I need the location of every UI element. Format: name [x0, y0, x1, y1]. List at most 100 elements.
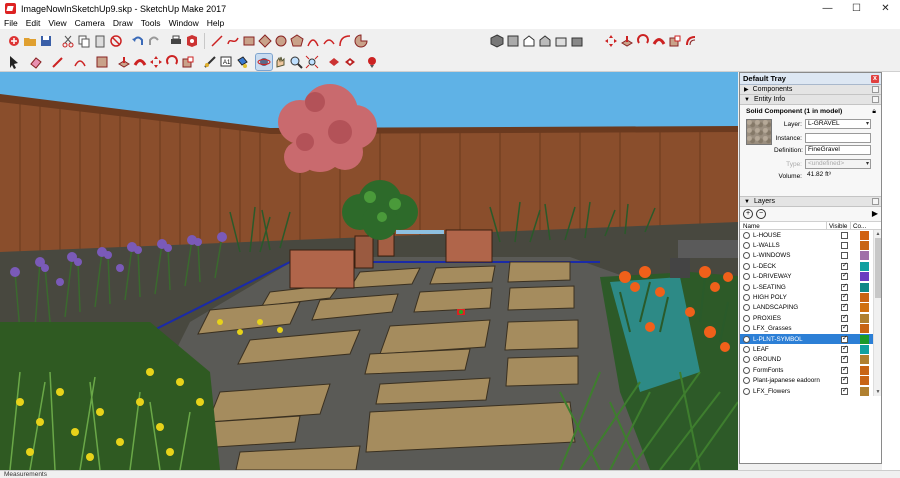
layer-row[interactable]: L-SEATING — [740, 282, 881, 292]
lock-icon[interactable]: 🔒︎ — [872, 108, 876, 116]
active-layer-radio[interactable] — [743, 273, 750, 281]
active-layer-radio[interactable] — [743, 325, 750, 333]
layer-color-swatch[interactable] — [860, 386, 869, 396]
zoom-icon[interactable] — [288, 54, 304, 70]
text-icon[interactable]: A1 — [218, 54, 234, 70]
layer-name[interactable]: LFX_Flowers — [753, 388, 827, 395]
layer-row[interactable]: PROXIES — [740, 313, 881, 323]
add-layer-icon[interactable]: + — [743, 209, 753, 219]
layer-visible-checkbox[interactable] — [841, 282, 848, 291]
layer-visible-checkbox[interactable] — [841, 365, 848, 374]
layer-visible-checkbox[interactable] — [841, 271, 848, 281]
close-button[interactable]: ✕ — [871, 0, 900, 17]
active-layer-radio[interactable] — [743, 387, 750, 395]
layer-color-swatch[interactable] — [860, 293, 869, 303]
layer-name[interactable]: PROXIES — [753, 315, 827, 322]
layer-name[interactable]: Plant-japanese eadoorn — [753, 377, 827, 384]
copy-icon[interactable] — [76, 33, 92, 49]
components-section-header[interactable]: ▶ Components — [740, 85, 881, 95]
rotate-tool-icon[interactable] — [164, 54, 180, 70]
layer-row[interactable]: LFX_Flowers — [740, 386, 881, 396]
active-layer-radio[interactable] — [743, 366, 750, 374]
section-close-icon[interactable] — [872, 96, 879, 103]
layer-name[interactable]: GROUND — [753, 356, 827, 363]
menu-draw[interactable]: Draw — [113, 18, 133, 28]
section-close-icon[interactable] — [872, 86, 879, 93]
tape-measure-icon[interactable] — [202, 54, 218, 70]
cut-icon[interactable] — [60, 33, 76, 49]
pan-icon[interactable] — [272, 54, 288, 70]
model-info-icon[interactable] — [184, 33, 200, 49]
scale-tool-icon[interactable] — [180, 54, 196, 70]
layer-name[interactable]: L-WALLS — [753, 242, 827, 249]
layer-name[interactable]: LANDSCAPING — [753, 304, 827, 311]
active-layer-radio[interactable] — [743, 262, 750, 270]
layer-visible-checkbox[interactable] — [841, 323, 848, 333]
layer-select[interactable]: L-GRAVEL ▾ — [805, 119, 871, 129]
layer-color-swatch[interactable] — [860, 324, 869, 334]
scrollbar-thumb[interactable] — [875, 238, 881, 298]
col-visible[interactable]: Visible — [827, 222, 851, 230]
col-color[interactable]: Co... — [851, 222, 869, 230]
entity-info-section-header[interactable]: ▼ Entity Info — [740, 95, 881, 105]
remove-layer-icon[interactable]: − — [756, 209, 766, 219]
active-layer-radio[interactable] — [743, 345, 750, 353]
active-layer-radio[interactable] — [743, 231, 750, 239]
open-icon[interactable] — [22, 33, 38, 49]
line-icon[interactable] — [209, 33, 225, 49]
offset-icon[interactable] — [683, 33, 699, 49]
menu-file[interactable]: File — [4, 18, 18, 28]
active-layer-radio[interactable] — [743, 294, 750, 302]
rotated-rectangle-icon[interactable] — [257, 33, 273, 49]
active-layer-radio[interactable] — [743, 304, 750, 312]
layer-name[interactable]: LFX_Grasses — [753, 325, 827, 332]
save-icon[interactable] — [38, 33, 54, 49]
menu-camera[interactable]: Camera — [75, 18, 105, 28]
layer-name[interactable]: LEAF — [753, 346, 827, 353]
layers-scrollbar[interactable]: ▲ ▼ — [873, 230, 881, 397]
rectangle-icon[interactable] — [241, 33, 257, 49]
left-view-icon[interactable] — [569, 33, 585, 49]
layer-details-icon[interactable]: ▶ — [872, 209, 878, 218]
model-viewport[interactable] — [0, 72, 738, 470]
minimize-button[interactable]: — — [813, 0, 842, 17]
layer-row[interactable]: L-HOUSE — [740, 230, 881, 240]
active-layer-radio[interactable] — [743, 283, 750, 291]
polygon-icon[interactable] — [289, 33, 305, 49]
section-icon[interactable] — [364, 54, 380, 70]
definition-input[interactable]: FineGravel — [805, 145, 871, 155]
warehouse-icon[interactable] — [326, 54, 342, 70]
active-layer-radio[interactable] — [743, 335, 750, 343]
move-icon[interactable] — [603, 33, 619, 49]
active-layer-radio[interactable] — [743, 242, 750, 250]
rotate-icon[interactable] — [635, 33, 651, 49]
select-icon[interactable] — [6, 54, 22, 70]
layer-color-swatch[interactable] — [860, 334, 869, 344]
tray-close-button[interactable]: x — [871, 75, 879, 83]
layer-visible-checkbox[interactable] — [841, 344, 848, 353]
new-file-icon[interactable] — [6, 33, 22, 49]
section-close-icon[interactable] — [872, 198, 879, 205]
layer-row[interactable]: L-DECK — [740, 261, 881, 271]
active-layer-radio[interactable] — [743, 252, 750, 260]
two-point-arc-icon[interactable] — [321, 33, 337, 49]
instance-input[interactable] — [805, 133, 871, 143]
push-pull-icon[interactable] — [619, 33, 635, 49]
arc-tool-icon[interactable] — [72, 54, 88, 70]
layer-color-swatch[interactable] — [860, 272, 869, 282]
layer-row[interactable]: L-PLNT-SYMBOL — [740, 334, 881, 345]
layers-section-header[interactable]: ▼ Layers — [740, 197, 881, 207]
layer-color-swatch[interactable] — [860, 303, 869, 313]
layer-name[interactable]: L-PLNT-SYMBOL — [753, 336, 827, 343]
layer-name[interactable]: L-DECK — [753, 263, 827, 270]
active-layer-radio[interactable] — [743, 356, 750, 364]
extension-warehouse-icon[interactable] — [342, 54, 358, 70]
zoom-extents-icon[interactable] — [304, 54, 320, 70]
layer-name[interactable]: L-WINDOWS — [753, 252, 827, 259]
layer-row[interactable]: GROUND — [740, 354, 881, 365]
active-layer-radio[interactable] — [743, 377, 750, 385]
layer-color-swatch[interactable] — [860, 376, 869, 386]
menu-edit[interactable]: Edit — [26, 18, 41, 28]
follow-me-icon[interactable] — [651, 33, 667, 49]
scale-icon[interactable] — [667, 33, 683, 49]
